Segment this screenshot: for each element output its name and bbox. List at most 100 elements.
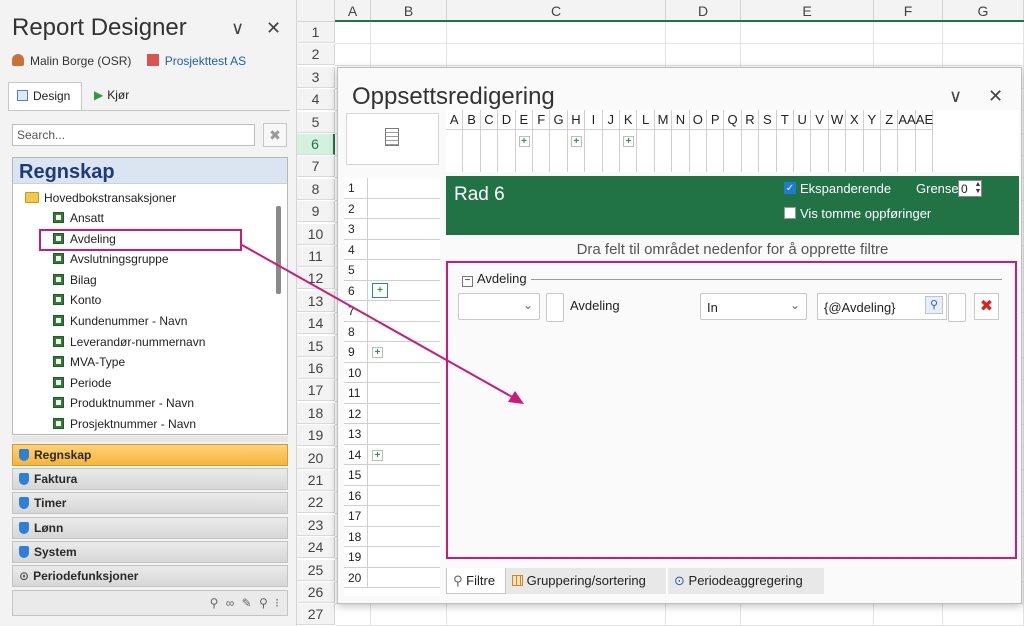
category-button[interactable]: System <box>12 540 288 563</box>
close-icon[interactable]: ✕ <box>266 18 281 39</box>
tree-folder[interactable]: Hovedbokstransaksjoner <box>25 191 176 205</box>
brush-icon[interactable]: ✎ <box>242 596 254 610</box>
row-header[interactable]: 11 <box>297 246 335 267</box>
row-header[interactable]: 23 <box>297 514 335 536</box>
filter-drop-area[interactable]: − Avdeling ⌄ Avdeling In ⌄ {@Avdeling} ⚲ … <box>446 261 1017 559</box>
strip-row[interactable]: 11 <box>344 383 440 404</box>
operator-dropdown[interactable]: In ⌄ <box>700 293 807 320</box>
row-header[interactable]: 19 <box>297 425 335 447</box>
tree-item[interactable]: Periode <box>53 376 111 394</box>
column-header[interactable]: C <box>447 0 666 22</box>
strip-row[interactable]: 10 <box>344 362 440 383</box>
strip-column[interactable]: K + <box>620 110 638 172</box>
row-header[interactable]: 18 <box>297 402 335 424</box>
strip-column[interactable]: R <box>741 110 760 172</box>
strip-row[interactable]: 7 <box>344 301 440 322</box>
strip-column[interactable]: M <box>654 110 673 172</box>
filter-icon[interactable]: ⚲ <box>210 596 221 610</box>
strip-column[interactable]: AE <box>915 110 934 172</box>
strip-column[interactable]: Y <box>863 110 881 172</box>
category-button[interactable]: ⊙ Periodefunksjoner <box>12 565 288 587</box>
tab-period-aggregation[interactable]: ⊙ Periodeaggregering <box>668 568 824 594</box>
pane-splitter[interactable] <box>12 436 288 442</box>
strip-row[interactable]: 20 <box>344 567 440 588</box>
strip-row[interactable]: 8 <box>344 321 440 342</box>
search-icon[interactable]: ⚲ <box>925 296 943 314</box>
column-header[interactable]: D <box>666 0 741 22</box>
bracket-box-right[interactable] <box>948 293 966 322</box>
clear-search-button[interactable]: ✖ <box>263 123 287 147</box>
strip-row[interactable]: 12 <box>344 403 440 424</box>
strip-column[interactable]: E + <box>515 110 533 172</box>
strip-column[interactable]: D <box>498 110 516 172</box>
strip-column[interactable]: C <box>480 110 499 172</box>
bracket-box[interactable] <box>546 293 564 322</box>
row-header[interactable]: 21 <box>297 470 335 491</box>
strip-column[interactable]: Q <box>724 110 742 172</box>
tree-item[interactable]: Leverandør-nummernavn <box>53 335 205 353</box>
strip-row[interactable]: 15 <box>344 465 440 486</box>
strip-row[interactable]: 6 + <box>344 280 440 301</box>
category-button[interactable]: Regnskap <box>12 444 288 466</box>
preview-box[interactable] <box>346 113 439 165</box>
row-header[interactable]: 26 <box>297 582 335 603</box>
tab-design[interactable]: Design <box>8 82 82 110</box>
category-button[interactable]: Faktura <box>12 468 288 491</box>
strip-column[interactable]: S <box>759 110 777 172</box>
row-header[interactable]: 27 <box>297 604 335 626</box>
collapse-icon[interactable]: − <box>462 276 473 287</box>
strip-column[interactable]: Z <box>881 110 899 172</box>
row-header[interactable]: 10 <box>297 223 335 245</box>
tree-item[interactable]: Bilag <box>53 273 97 291</box>
limit-spinner[interactable]: ▲ ▼ <box>974 181 982 196</box>
tree-item[interactable]: MVA-Type <box>53 355 125 373</box>
strip-row[interactable]: 18 <box>344 526 440 547</box>
row-header[interactable]: 12 <box>297 268 335 290</box>
strip-row[interactable]: 1 <box>344 178 440 199</box>
strip-column[interactable]: A <box>446 110 464 172</box>
row-header[interactable]: 16 <box>297 358 335 379</box>
strip-row[interactable]: 17 <box>344 506 440 527</box>
tab-run[interactable]: ▶ Kjør <box>86 82 150 110</box>
strip-column[interactable]: W <box>828 110 847 172</box>
chevron-down-icon[interactable]: ∨ <box>231 18 244 39</box>
expanding-checkbox[interactable]: ✓ <box>784 182 796 194</box>
row-header[interactable]: 7 <box>297 156 335 178</box>
row-header[interactable]: 20 <box>297 447 335 469</box>
tree-scrollbar[interactable] <box>276 206 281 294</box>
strip-column[interactable]: F <box>533 110 551 172</box>
strip-column[interactable]: B <box>463 110 481 172</box>
column-header[interactable]: G <box>943 0 1024 22</box>
strip-row[interactable]: 5 <box>344 260 440 281</box>
strip-row[interactable]: 13 <box>344 424 440 445</box>
column-header[interactable]: A <box>335 0 371 22</box>
strip-column[interactable]: V <box>811 110 829 172</box>
strip-row[interactable]: 19 <box>344 547 440 568</box>
strip-row[interactable]: 2 <box>344 198 440 219</box>
strip-column[interactable]: AA <box>898 110 916 172</box>
strip-column[interactable]: L <box>637 110 655 172</box>
strip-column[interactable]: P <box>707 110 725 172</box>
strip-row[interactable]: 3 <box>344 219 440 240</box>
tab-grouping[interactable]: Gruppering/sortering <box>506 568 666 594</box>
strip-row[interactable]: 4 <box>344 239 440 260</box>
project-name[interactable]: Prosjekttest AS <box>165 54 246 68</box>
row-header[interactable]: 5 <box>297 111 335 133</box>
category-button[interactable]: Timer <box>12 492 288 515</box>
search-input[interactable] <box>12 124 255 146</box>
category-button[interactable]: Lønn <box>12 516 288 539</box>
row-header[interactable]: 17 <box>297 380 335 402</box>
tree-item[interactable]: Prosjektnummer - Navn <box>53 417 196 434</box>
tree-item[interactable]: Kundenummer - Navn <box>53 314 187 332</box>
tree-item[interactable]: Konto <box>53 293 101 311</box>
add-column-icon[interactable]: + <box>623 136 634 147</box>
strip-column[interactable]: N <box>672 110 690 172</box>
row-header[interactable]: 8 <box>297 178 335 200</box>
row-header[interactable]: 4 <box>297 89 335 111</box>
row-header[interactable]: 6 <box>297 134 335 155</box>
row-header[interactable]: 3 <box>297 66 335 88</box>
strip-row[interactable]: 14 + <box>344 444 440 465</box>
more-icon[interactable]: ⁝ <box>275 596 281 610</box>
show-empty-checkbox[interactable] <box>784 207 796 219</box>
row-header[interactable]: 14 <box>297 313 335 335</box>
